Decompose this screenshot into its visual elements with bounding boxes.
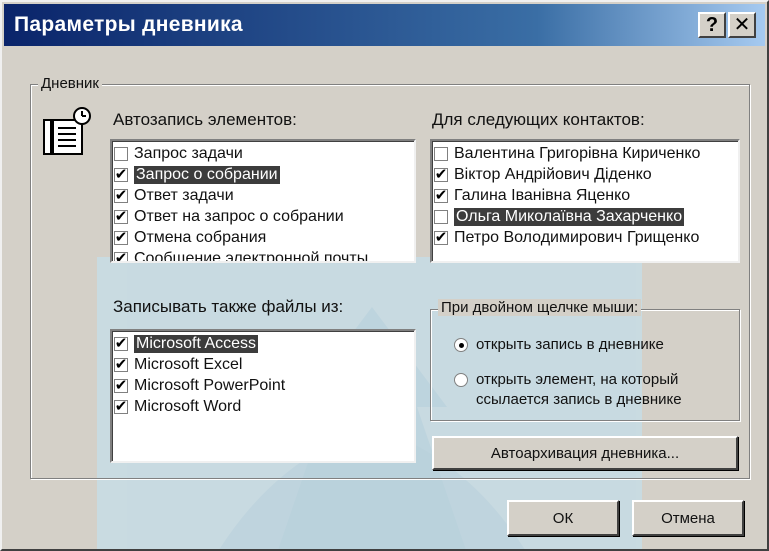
list-item-label: Отмена собрания <box>134 228 267 246</box>
contacts-label: Для следующих контактов: <box>432 110 645 129</box>
journal-icon <box>43 107 91 155</box>
radio-label-line1: открыть элемент, на который <box>476 371 679 388</box>
checkbox[interactable] <box>114 146 128 161</box>
help-button[interactable]: ? <box>698 12 726 38</box>
list-item[interactable]: Microsoft Excel <box>112 354 414 375</box>
list-item[interactable]: Ответ на запрос о собрании <box>112 206 414 227</box>
list-item-label: Microsoft Excel <box>134 355 243 373</box>
help-icon: ? <box>705 14 719 36</box>
close-icon: ✕ <box>733 14 751 36</box>
list-item-label: Валентина Григорівна Кириченко <box>454 144 701 162</box>
list-item[interactable]: Валентина Григорівна Кириченко <box>432 143 738 164</box>
checkbox[interactable] <box>114 230 128 245</box>
autoarchive-button[interactable]: Автоархивация дневника... <box>432 436 738 470</box>
contacts-list[interactable]: Валентина Григорівна Кириченко Віктор Анд… <box>430 139 740 263</box>
list-item[interactable]: Ответ задачи <box>112 185 414 206</box>
list-item-label: Галина Іванівна Яценко <box>454 186 631 204</box>
autoarchive-button-label: Автоархивация дневника... <box>490 444 680 462</box>
window-title: Параметры дневника <box>14 13 243 36</box>
ok-button[interactable]: ОК <box>507 500 619 536</box>
checkbox[interactable] <box>114 167 128 182</box>
list-item-label: Петро Володимирович Грищенко <box>454 228 700 246</box>
list-item-label: Сообщение электронной почты <box>134 249 369 263</box>
list-item[interactable]: Петро Володимирович Грищенко <box>432 227 738 248</box>
checkbox[interactable] <box>114 399 128 414</box>
radio-open-item[interactable]: открыть элемент, на который ссылается за… <box>454 370 682 410</box>
journal-options-dialog: Параметры дневника ? ✕ Дневник Автозапис… <box>0 0 769 551</box>
list-item[interactable]: Ольга Миколаївна Захарченко <box>432 206 738 227</box>
double-click-label: При двойном щелчке мыши: <box>438 299 642 316</box>
title-bar[interactable]: Параметры дневника ? ✕ <box>4 4 765 46</box>
radio-open-journal-entry[interactable]: открыть запись в дневнике <box>454 335 664 355</box>
checkbox[interactable] <box>434 188 448 203</box>
files-list[interactable]: Microsoft Access Microsoft Excel Microsoft… <box>110 329 416 463</box>
list-item-label: Microsoft Word <box>134 397 242 415</box>
journal-groupbox-label: Дневник <box>38 75 102 92</box>
radio-button[interactable] <box>454 373 468 387</box>
cancel-button-label: Отмена <box>661 509 715 527</box>
list-item-label: Ответ задачи <box>134 186 234 204</box>
checkbox[interactable] <box>114 209 128 224</box>
checkbox[interactable] <box>434 167 448 182</box>
checkbox[interactable] <box>114 188 128 203</box>
close-button[interactable]: ✕ <box>728 12 756 38</box>
list-item[interactable]: Microsoft Word <box>112 396 414 417</box>
checkbox[interactable] <box>434 230 448 245</box>
list-item-label: Microsoft PowerPoint <box>134 376 286 394</box>
radio-label: открыть запись в дневнике <box>476 336 664 353</box>
checkbox[interactable] <box>434 146 448 161</box>
list-item[interactable]: Запрос о собрании <box>112 164 414 185</box>
checkbox[interactable] <box>434 209 448 224</box>
list-item[interactable]: Сообщение электронной почты <box>112 248 414 263</box>
autorecord-label: Автозапись элементов: <box>113 110 297 129</box>
checkbox[interactable] <box>114 251 128 261</box>
files-label: Записывать также файлы из: <box>113 297 344 316</box>
radio-button[interactable] <box>454 338 468 352</box>
checkbox[interactable] <box>114 336 128 351</box>
radio-label-line2: ссылается запись в дневнике <box>476 391 682 408</box>
checkbox[interactable] <box>114 357 128 372</box>
ok-button-label: ОК <box>552 509 574 527</box>
cancel-button[interactable]: Отмена <box>632 500 744 536</box>
checkbox[interactable] <box>114 378 128 393</box>
autorecord-list[interactable]: Запрос задачи Запрос о собрании Ответ зада… <box>110 139 416 263</box>
list-item-label: Microsoft Access <box>134 334 259 353</box>
list-item-label: Запрос о собрании <box>134 165 280 184</box>
list-item-label: Ответ на запрос о собрании <box>134 207 344 225</box>
list-item[interactable]: Галина Іванівна Яценко <box>432 185 738 206</box>
list-item[interactable]: Microsoft Access <box>112 333 414 354</box>
list-item[interactable]: Запрос задачи <box>112 143 414 164</box>
list-item[interactable]: Microsoft PowerPoint <box>112 375 414 396</box>
list-item-label: Ольга Миколаївна Захарченко <box>454 207 685 226</box>
list-item-label: Запрос задачи <box>134 144 243 162</box>
list-item[interactable]: Віктор Андрійович Діденко <box>432 164 738 185</box>
list-item-label: Віктор Андрійович Діденко <box>454 165 652 183</box>
list-item[interactable]: Отмена собрания <box>112 227 414 248</box>
